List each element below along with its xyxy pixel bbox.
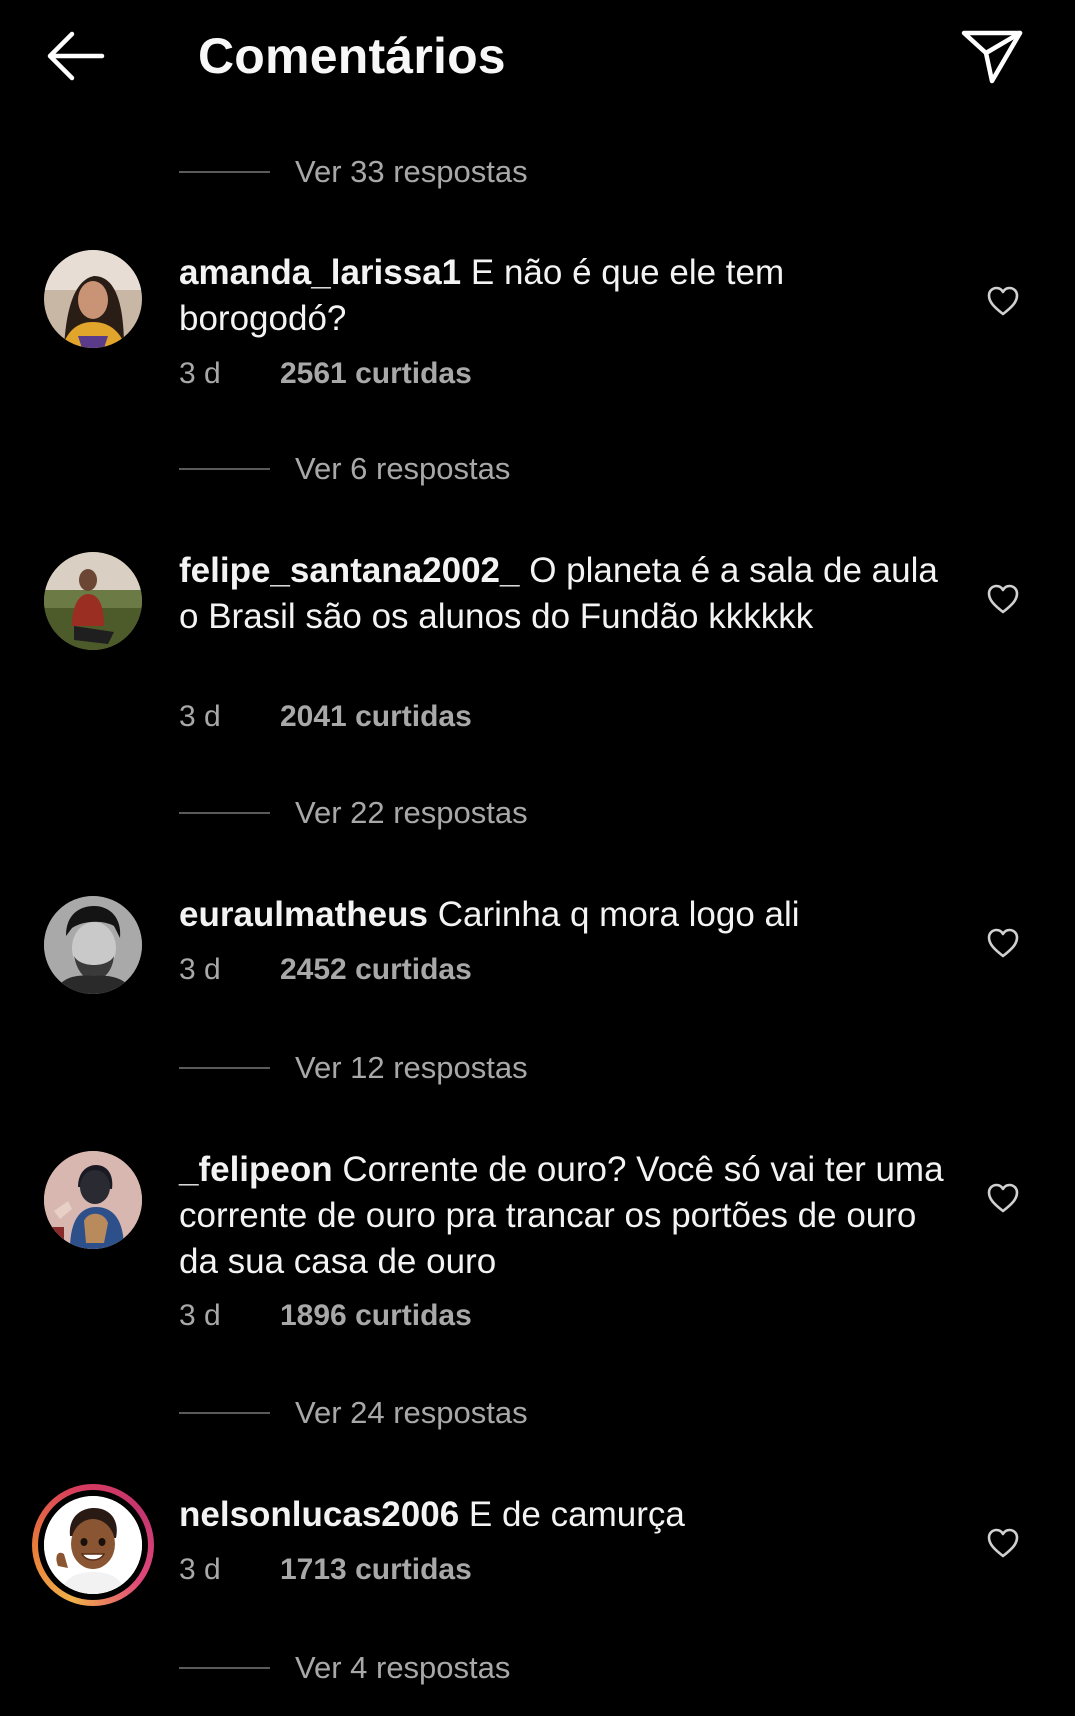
top-bar: Comentários xyxy=(0,0,1075,115)
comment-time: 3 d xyxy=(179,1553,221,1586)
comment-text: amanda_larissa1 E não é que ele tem boro… xyxy=(179,250,959,342)
replies-divider xyxy=(179,1067,270,1069)
comment-username[interactable]: _felipeon xyxy=(179,1150,333,1189)
view-replies-link[interactable]: Ver 6 respostas xyxy=(179,449,510,489)
comment-meta: 3 d 1713 curtidas xyxy=(179,1553,472,1587)
view-replies-label: Ver 6 respostas xyxy=(295,451,511,486)
comment-body: Carinha q mora logo ali xyxy=(437,895,800,934)
heart-outline-icon xyxy=(987,1528,1019,1558)
arrow-left-icon xyxy=(47,31,105,81)
comment-username[interactable]: amanda_larissa1 xyxy=(179,253,461,292)
comment-username[interactable]: nelsonlucas2006 xyxy=(179,1495,459,1534)
story-ring-avatar[interactable] xyxy=(32,1484,154,1606)
view-replies-label: Ver 24 respostas xyxy=(295,1395,528,1430)
view-replies-link[interactable]: Ver 33 respostas xyxy=(179,152,528,192)
comment-meta: 3 d 2561 curtidas xyxy=(179,357,472,391)
like-button[interactable] xyxy=(982,1177,1024,1219)
replies-divider xyxy=(179,812,270,814)
page-title: Comentários xyxy=(198,28,506,84)
like-button[interactable] xyxy=(982,578,1024,620)
paper-plane-icon xyxy=(961,30,1023,84)
avatar[interactable] xyxy=(44,552,142,650)
avatar xyxy=(44,1496,142,1594)
heart-outline-icon xyxy=(987,286,1019,316)
heart-outline-icon xyxy=(987,928,1019,958)
view-replies-label: Ver 4 respostas xyxy=(295,1650,511,1685)
comment-likes[interactable]: 1896 curtidas xyxy=(280,1299,472,1332)
replies-divider xyxy=(179,1667,270,1669)
comment-meta: 3 d 1896 curtidas xyxy=(179,1299,472,1333)
replies-divider xyxy=(179,1412,270,1414)
like-button[interactable] xyxy=(982,922,1024,964)
avatar[interactable] xyxy=(44,896,142,994)
view-replies-link[interactable]: Ver 24 respostas xyxy=(179,1393,528,1433)
avatar[interactable] xyxy=(44,1151,142,1249)
comment-meta: 3 d 2041 curtidas xyxy=(179,700,472,734)
replies-divider xyxy=(179,468,270,470)
comment-time: 3 d xyxy=(179,700,221,733)
view-replies-link[interactable]: Ver 12 respostas xyxy=(179,1048,528,1088)
view-replies-label: Ver 22 respostas xyxy=(295,795,528,830)
view-replies-link[interactable]: Ver 22 respostas xyxy=(179,793,528,833)
comment-text: felipe_santana2002_ O planeta é a sala d… xyxy=(179,548,959,640)
comment-body: E de camurça xyxy=(468,1495,685,1534)
comment-time: 3 d xyxy=(179,357,221,390)
comment-time: 3 d xyxy=(179,953,221,986)
back-button[interactable] xyxy=(38,26,112,86)
heart-outline-icon xyxy=(987,1183,1019,1213)
comment-meta: 3 d 2452 curtidas xyxy=(179,953,472,987)
like-button[interactable] xyxy=(982,280,1024,322)
comment-likes[interactable]: 2041 curtidas xyxy=(280,700,472,733)
like-button[interactable] xyxy=(982,1522,1024,1564)
avatar[interactable] xyxy=(44,250,142,348)
view-replies-label: Ver 33 respostas xyxy=(295,154,528,189)
heart-outline-icon xyxy=(987,584,1019,614)
view-replies-label: Ver 12 respostas xyxy=(295,1050,528,1085)
view-replies-link[interactable]: Ver 4 respostas xyxy=(179,1648,510,1688)
share-button[interactable] xyxy=(955,24,1029,90)
comment-likes[interactable]: 2561 curtidas xyxy=(280,357,472,390)
replies-divider xyxy=(179,171,270,173)
comment-time: 3 d xyxy=(179,1299,221,1332)
comment-text: _felipeon Corrente de ouro? Você só vai … xyxy=(179,1147,959,1285)
comment-text: euraulmatheus Carinha q mora logo ali xyxy=(179,892,959,938)
comment-text: nelsonlucas2006 E de camurça xyxy=(179,1492,959,1538)
comment-likes[interactable]: 1713 curtidas xyxy=(280,1553,472,1586)
comment-username[interactable]: felipe_santana2002_ xyxy=(179,551,519,590)
comment-likes[interactable]: 2452 curtidas xyxy=(280,953,472,986)
comment-username[interactable]: euraulmatheus xyxy=(179,895,428,934)
